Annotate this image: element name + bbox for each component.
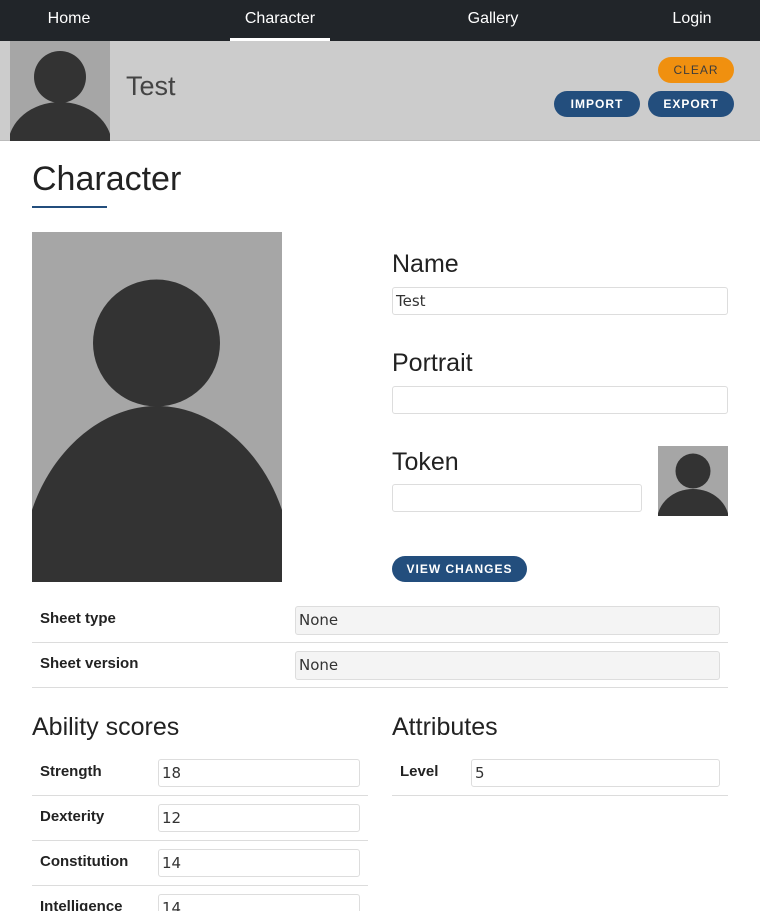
avatar-silhouette-icon [10,51,110,141]
sheet-version-label: Sheet version [40,655,139,672]
sheet-version-select[interactable]: None [295,651,720,680]
nav-home[interactable]: Home [30,0,108,41]
ability-label-constitution: Constitution [40,853,129,870]
import-button[interactable]: IMPORT [554,91,640,117]
nav-gallery[interactable]: Gallery [455,0,531,41]
name-label: Name [392,250,459,278]
token-image [658,446,728,516]
ability-input-intelligence[interactable]: 14 [158,894,360,911]
attributes-title: Attributes [392,713,498,741]
sheet-type-label: Sheet type [40,610,116,627]
top-navbar: Home Character Gallery Login [0,0,760,41]
portrait-input[interactable] [392,386,728,414]
export-button[interactable]: EXPORT [648,91,734,117]
header-character-name: Test [126,71,176,101]
header-avatar [10,41,110,141]
ability-input-dexterity[interactable]: 12 [158,804,360,832]
attribute-label-level: Level [400,763,439,780]
ability-label-strength: Strength [40,763,102,780]
row-divider [32,840,368,841]
token-silhouette-icon [658,453,728,516]
row-divider [32,642,728,643]
token-input[interactable] [392,484,642,512]
portrait-silhouette-icon [32,279,282,582]
page-title: Character [32,160,182,198]
row-divider [32,795,368,796]
ability-scores-title: Ability scores [32,713,180,741]
attribute-input-level[interactable]: 5 [471,759,720,787]
name-input[interactable]: Test [392,287,728,315]
nav-character[interactable]: Character [230,0,330,41]
view-changes-button[interactable]: VIEW CHANGES [392,556,527,582]
ability-label-dexterity: Dexterity [40,808,105,825]
ability-input-constitution[interactable]: 14 [158,849,360,877]
title-underline [32,206,107,208]
ability-label-intelligence: Intelligence [40,898,123,911]
token-label: Token [392,448,459,476]
character-header: Test CLEAR IMPORT EXPORT [0,41,760,141]
row-divider [32,885,368,886]
clear-button[interactable]: CLEAR [658,57,734,83]
ability-input-strength[interactable]: 18 [158,759,360,787]
nav-login[interactable]: Login [656,0,728,41]
row-divider [32,687,728,688]
row-divider [392,795,728,796]
portrait-label: Portrait [392,349,473,377]
portrait-image [32,232,282,582]
sheet-type-select[interactable]: None [295,606,720,635]
